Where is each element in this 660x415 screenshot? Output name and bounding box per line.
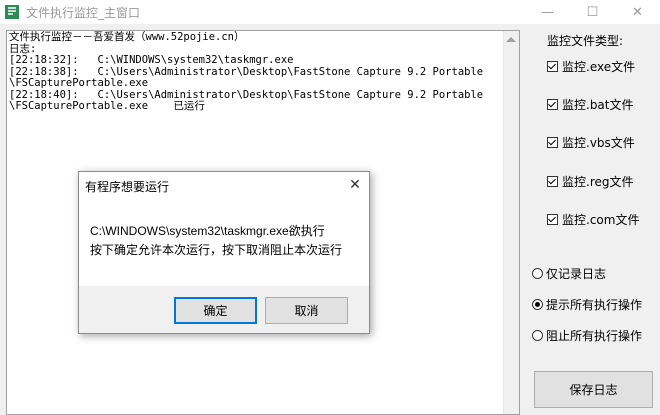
maximize-icon: ☐ [586,4,599,20]
check-exe[interactable]: 监控.exe文件 [547,57,635,75]
check-com[interactable]: 监控.com文件 [547,210,639,228]
close-button[interactable]: ✕ [615,0,660,24]
check-reg[interactable]: 监控.reg文件 [547,172,634,190]
check-label: 监控.reg文件 [562,174,634,189]
dialog-close-button[interactable]: ✕ [341,172,369,198]
radio-prompt-all[interactable]: 提示所有执行操作 [532,295,642,313]
radio-label: 阻止所有执行操作 [546,328,643,343]
monitor-types-label: 监控文件类型: [547,34,624,48]
radio-log-only[interactable]: 仅记录日志 [532,264,606,282]
scroll-up-icon[interactable] [506,37,516,42]
radio-selected-icon[interactable] [532,298,543,310]
minimize-icon: — [541,4,554,20]
app-icon [5,5,19,19]
checkbox-checked-icon[interactable] [547,136,558,148]
check-label: 监控.bat文件 [562,97,634,112]
cancel-button[interactable]: 取消 [265,297,348,324]
log-scrollbar[interactable] [503,31,519,414]
check-label: 监控.vbs文件 [562,135,635,150]
radio-label: 提示所有执行操作 [546,297,643,312]
dialog-message-line2: 按下确定允许本次运行，按下取消阻止本次运行 [90,243,343,257]
check-label: 监控.exe文件 [562,59,636,74]
radio-block-all[interactable]: 阻止所有执行操作 [532,326,642,344]
settings-panel: 监控文件类型: 监控.exe文件 监控.bat文件 监控.vbs文件 监控.re… [528,24,660,415]
maximize-button[interactable]: ☐ [570,0,615,24]
dialog-body: C:\WINDOWS\system32\taskmgr.exe欲执行 按下确定允… [79,198,369,286]
checkbox-checked-icon[interactable] [547,213,558,225]
close-icon: ✕ [632,4,643,20]
log-line: 文件执行监控－－吾爱首发（www.52pojie.cn） [9,31,245,43]
checkbox-checked-icon[interactable] [547,98,558,110]
log-line: \FSCapturePortable.exe [9,77,149,89]
check-bat[interactable]: 监控.bat文件 [547,95,634,113]
checkbox-checked-icon[interactable] [547,175,558,187]
confirm-dialog: 有程序想要运行 ✕ C:\WINDOWS\system32\taskmgr.ex… [78,171,370,334]
log-line: \FSCapturePortable.exe 已运行 [9,100,205,112]
title-bar: 文件执行监控_主窗口 — ☐ ✕ [0,0,660,24]
radio-icon[interactable] [532,267,543,279]
close-icon: ✕ [349,177,361,193]
minimize-button[interactable]: — [525,0,570,24]
check-label: 监控.com文件 [562,212,640,227]
dialog-title: 有程序想要运行 [85,180,170,194]
window-title: 文件执行监控_主窗口 [26,6,141,20]
dialog-message-line1: C:\WINDOWS\system32\taskmgr.exe欲执行 [90,224,325,238]
checkbox-checked-icon[interactable] [547,60,558,72]
log-line: [22:18:32]: C:\WINDOWS\system32\taskmgr.… [9,54,294,66]
radio-label: 仅记录日志 [546,266,607,281]
check-vbs[interactable]: 监控.vbs文件 [547,133,635,151]
dialog-titlebar: 有程序想要运行 ✕ [79,172,369,198]
ok-button[interactable]: 确定 [174,297,257,324]
radio-icon[interactable] [532,329,543,341]
save-log-button[interactable]: 保存日志 [534,371,653,408]
